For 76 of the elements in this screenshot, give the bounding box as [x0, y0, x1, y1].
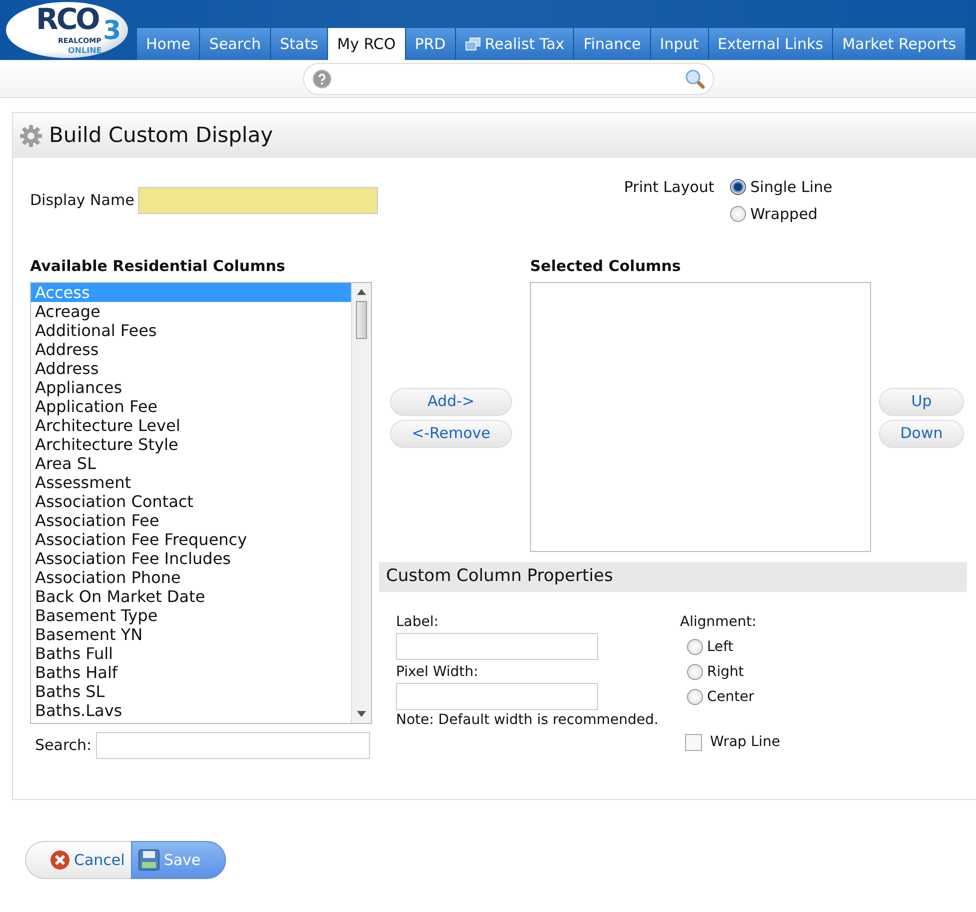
radio-button[interactable]	[730, 179, 746, 196]
cancel-button[interactable]: Cancel	[25, 841, 131, 879]
list-item[interactable]: Architecture Level	[31, 416, 351, 434]
list-item[interactable]: Association Fee Frequency	[31, 530, 351, 548]
list-item[interactable]: Address	[31, 340, 351, 358]
search-field[interactable]	[302, 62, 714, 94]
radio-button[interactable]	[687, 664, 703, 680]
order-button[interactable]: Down	[879, 420, 964, 448]
label-field[interactable]	[396, 632, 598, 660]
list-item[interactable]: Association Contact	[31, 492, 351, 510]
down-arrow-icon	[357, 710, 366, 716]
scrollbar-thumb[interactable]	[356, 300, 368, 338]
field-label: Alignment:	[680, 612, 758, 632]
field-label: Label:	[396, 612, 440, 632]
nav-tab[interactable]: Input	[650, 28, 709, 60]
display-name-field[interactable]	[138, 187, 378, 214]
list-item[interactable]: Acreage	[31, 302, 351, 320]
list-item[interactable]: Back On Market Date	[31, 586, 351, 606]
section-heading: Selected Columns	[530, 256, 682, 277]
panel-title: Build Custom Display	[49, 122, 273, 149]
list-item[interactable]: Association Phone	[31, 568, 351, 586]
list-item[interactable]: Association Fee	[31, 510, 351, 530]
nav-tab[interactable]: External Links	[708, 28, 834, 60]
field-label: Search:	[35, 734, 92, 756]
list-item[interactable]: Basement Type	[31, 606, 351, 624]
radio-label: Center	[707, 688, 754, 706]
field-label: Display Name	[30, 190, 134, 212]
pixel-width-field[interactable]	[396, 682, 598, 710]
logo-text: 3	[103, 18, 122, 44]
search-icon	[684, 68, 704, 88]
list-item[interactable]: Additional Fees	[31, 320, 351, 340]
nav-tab[interactable]: Realist Tax	[456, 28, 574, 60]
list-item[interactable]: Address	[31, 358, 351, 378]
logo-text: RCO	[36, 5, 98, 34]
radio-button[interactable]	[687, 689, 703, 705]
list-item[interactable]: Appliances	[31, 378, 351, 396]
gear-icon	[19, 124, 43, 148]
section-header: Custom Column Properties	[379, 562, 967, 592]
logo-text: ONLINE	[68, 47, 102, 55]
list-item[interactable]: Baths SL	[31, 682, 351, 700]
nav-tab[interactable]: Market Reports	[833, 28, 966, 60]
nav-tab[interactable]: PRD	[406, 28, 456, 60]
nav-tab[interactable]: My RCO	[328, 28, 406, 60]
section-heading: Available Residential Columns	[30, 256, 286, 277]
list-item[interactable]: Baths.Lavs	[31, 700, 351, 720]
nav-tab[interactable]: Search	[200, 28, 271, 60]
note-text: Note: Default width is recommended.	[396, 710, 660, 730]
help-icon	[312, 68, 332, 88]
radio-button[interactable]	[730, 206, 746, 222]
scrollbar[interactable]	[351, 282, 371, 722]
list-item[interactable]: Baths Half	[31, 662, 351, 682]
list-item[interactable]: Assessment	[31, 472, 351, 492]
radio-label: Wrapped	[750, 204, 818, 224]
nav-tab[interactable]: Stats	[270, 28, 328, 60]
nav-tab[interactable]: Finance	[574, 28, 651, 60]
field-label: Pixel Width:	[396, 662, 480, 682]
list-item[interactable]: Basement YN	[31, 624, 351, 644]
order-button[interactable]: Up	[879, 388, 964, 416]
list-item[interactable]: Application Fee	[31, 396, 351, 416]
cancel-icon	[50, 850, 70, 870]
list-item[interactable]: Baths Full	[31, 644, 351, 662]
list-item[interactable]: Architecture Style	[31, 434, 351, 454]
checkbox[interactable]	[685, 734, 702, 750]
search-field[interactable]	[96, 732, 370, 758]
radio-label: Right	[707, 662, 744, 682]
move-button[interactable]: Add->	[390, 388, 512, 416]
up-arrow-icon	[357, 288, 366, 294]
nav-tab[interactable]: Home	[137, 28, 200, 60]
radio-button[interactable]	[687, 639, 703, 655]
field-label: Print Layout	[624, 177, 714, 198]
radio-label: Single Line	[750, 177, 832, 198]
list-item[interactable]: Area SL	[31, 454, 351, 472]
move-button[interactable]: <-Remove	[390, 420, 512, 448]
checkbox-label: Wrap Line	[710, 732, 780, 752]
list-item[interactable]: Association Fee Includes	[31, 548, 351, 568]
radio-label: Left	[707, 638, 734, 656]
